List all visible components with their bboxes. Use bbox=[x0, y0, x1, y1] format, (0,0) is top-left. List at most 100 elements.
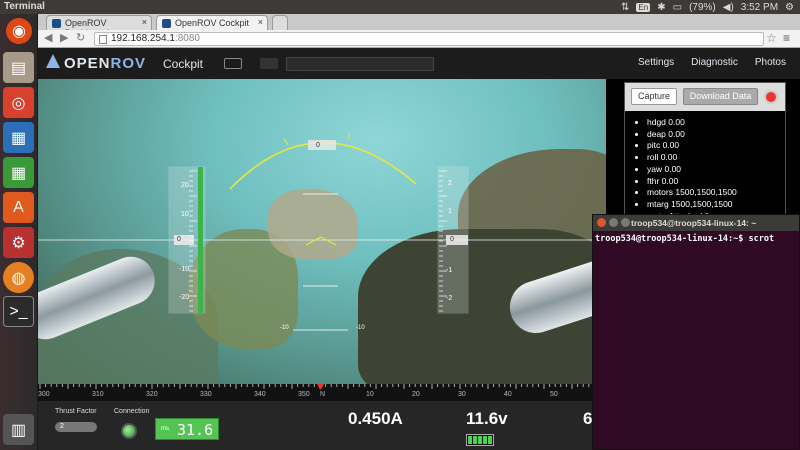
compass-strip: 300 310 320 330 340 350 N 10 20 30 40 50 bbox=[38, 384, 600, 401]
thrust-factor-label: Thrust Factor bbox=[55, 408, 97, 415]
compass-label: 350 bbox=[298, 391, 310, 398]
forward-icon[interactable]: ▶ bbox=[60, 31, 68, 44]
active-app-title: Terminal bbox=[4, 1, 45, 12]
cockpit-title: Cockpit bbox=[163, 57, 204, 71]
close-tab-icon[interactable]: × bbox=[142, 17, 147, 27]
bookmark-star-icon[interactable]: ☆ bbox=[766, 31, 777, 45]
ubuntu-top-panel: Terminal ⇅ En ✱ ▭ (79%) ◀) 3:52 PM ⚙ bbox=[0, 0, 800, 14]
maximize-window-icon[interactable] bbox=[621, 218, 630, 227]
pitch-tick: 2 bbox=[448, 180, 452, 187]
keyboard-icon[interactable] bbox=[224, 58, 242, 69]
cockpit-nav: Settings Diagnostic Photos bbox=[638, 57, 786, 68]
compass-label: 330 bbox=[200, 391, 212, 398]
compass-label: 310 bbox=[92, 391, 104, 398]
software-center-icon[interactable]: A bbox=[3, 192, 34, 223]
tab-openrov-cockpit[interactable]: OpenROV Cockpit × bbox=[156, 15, 268, 30]
browser-menu-icon[interactable]: ≡ bbox=[783, 31, 790, 45]
list-item: hdgd 0.00 bbox=[647, 117, 737, 129]
clock[interactable]: 3:52 PM bbox=[741, 2, 778, 13]
list-item: pitc 0.00 bbox=[647, 140, 737, 152]
openrov-logo-icon bbox=[46, 54, 60, 68]
dash-ubuntu-icon[interactable]: ◉ bbox=[6, 18, 32, 44]
battery-icon[interactable]: ▭ bbox=[673, 2, 682, 13]
telemetry-list: hdgd 0.00 deap 0.00 pitc 0.00 roll 0.00 … bbox=[639, 117, 737, 222]
terminal-window[interactable]: troop534@troop534-linux-14: ~ troop534@t… bbox=[592, 214, 800, 450]
network-icon[interactable]: ⇅ bbox=[621, 2, 629, 13]
tab-openrov-dashboard[interactable]: OpenROV Dashboard × bbox=[46, 15, 152, 38]
power-gear-icon[interactable]: ⚙ bbox=[785, 2, 794, 13]
terminal-icon[interactable]: >_ bbox=[3, 296, 34, 327]
hud-overlay bbox=[38, 132, 606, 331]
status-bar bbox=[286, 57, 434, 71]
firefox-icon[interactable]: ◍ bbox=[3, 262, 34, 293]
system-settings-icon[interactable]: ⚙ bbox=[3, 227, 34, 258]
reload-icon[interactable]: ↻ bbox=[76, 31, 85, 44]
download-data-button[interactable]: Download Data bbox=[683, 88, 758, 105]
depth-tick: 10 bbox=[181, 211, 189, 218]
tab-label: OpenROV Cockpit bbox=[175, 18, 250, 28]
compass-label: 300 bbox=[38, 391, 50, 398]
compass-label: 20 bbox=[412, 391, 420, 398]
roll-tick: -10 bbox=[356, 325, 365, 331]
connection-indicator-icon bbox=[121, 423, 137, 439]
record-button[interactable] bbox=[764, 90, 778, 104]
openrov-logo: OPENROV bbox=[64, 55, 147, 72]
capture-button[interactable]: Capture bbox=[631, 88, 677, 105]
latency-value: 31.6 bbox=[177, 421, 214, 439]
nav-settings[interactable]: Settings bbox=[638, 57, 674, 68]
list-item: roll 0.00 bbox=[647, 152, 737, 164]
battery-level-icon bbox=[466, 434, 494, 446]
compass-label: 340 bbox=[254, 391, 266, 398]
compass-label: 40 bbox=[504, 391, 512, 398]
calc-spreadsheet-icon[interactable]: ▦ bbox=[3, 157, 34, 188]
terminal-prompt-line: troop534@troop534-linux-14:~$ scrot bbox=[595, 234, 775, 244]
heading-readout: 0 bbox=[316, 142, 320, 149]
close-window-icon[interactable] bbox=[597, 218, 606, 227]
minimize-window-icon[interactable] bbox=[609, 218, 618, 227]
favicon-icon bbox=[52, 19, 61, 28]
list-item: yaw 0.00 bbox=[647, 164, 737, 176]
nav-diagnostic[interactable]: Diagnostic bbox=[691, 57, 738, 68]
list-item: mtarg 1500,1500,1500 bbox=[647, 199, 737, 211]
files-icon[interactable]: ▤ bbox=[3, 52, 34, 83]
data-panel-toolbar: Capture Download Data bbox=[625, 83, 785, 111]
favicon-icon bbox=[162, 19, 171, 28]
data-panel: Capture Download Data hdgd 0.00 deap 0.0… bbox=[624, 82, 786, 222]
latency-unit: ms bbox=[161, 426, 169, 432]
list-item: deap 0.00 bbox=[647, 129, 737, 141]
new-tab-button[interactable] bbox=[272, 15, 288, 30]
pitch-tick: -2 bbox=[446, 295, 453, 302]
compass-label: 30 bbox=[458, 391, 466, 398]
telemetry-bottom-bar: Thrust Factor 2 Connection ms 31.6 0.450… bbox=[38, 401, 592, 450]
url-input[interactable]: 192.168.254.1:8080 bbox=[94, 32, 764, 46]
video-camera-icon[interactable] bbox=[260, 58, 278, 69]
bluetooth-icon[interactable]: ✱ bbox=[657, 2, 665, 13]
trash-icon[interactable]: ▥ bbox=[3, 414, 34, 445]
connection-label: Connection bbox=[114, 408, 150, 415]
close-tab-icon[interactable]: × bbox=[258, 17, 263, 27]
back-icon[interactable]: ◀ bbox=[44, 31, 52, 44]
camera-video-feed[interactable]: 0 20 10 0 -10 -20 2 1 0 -1 -2 -10 -10 bbox=[38, 79, 606, 384]
depth-tick: 20 bbox=[181, 182, 189, 189]
system-tray: ⇅ En ✱ ▭ (79%) ◀) 3:52 PM ⚙ bbox=[621, 0, 794, 14]
browser-toolbar: ◀ ▶ ↻ 192.168.254.1:8080 ☆ ≡ bbox=[38, 30, 800, 48]
thrust-factor-slider[interactable]: 2 bbox=[55, 422, 97, 432]
chrome-browser-icon[interactable]: ◎ bbox=[3, 87, 34, 118]
nav-photos[interactable]: Photos bbox=[755, 57, 786, 68]
url-host: 192.168.254.1 bbox=[111, 33, 175, 44]
depth-tick: -20 bbox=[179, 294, 190, 301]
compass-label: 10 bbox=[366, 391, 374, 398]
terminal-titlebar[interactable]: troop534@troop534-linux-14: ~ bbox=[593, 215, 799, 231]
pitch-readout: 0 bbox=[450, 236, 454, 243]
compass-label: 50 bbox=[550, 391, 558, 398]
terminal-title: troop534@troop534-linux-14: ~ bbox=[631, 218, 757, 228]
pitch-tick: -1 bbox=[446, 267, 453, 274]
cockpit-header: OPENROV Cockpit Settings Diagnostic Phot… bbox=[38, 48, 800, 79]
voltage-readout: 11.6v bbox=[466, 409, 508, 428]
volume-icon[interactable]: ◀) bbox=[723, 2, 734, 13]
browser-tab-strip: OpenROV Dashboard × OpenROV Cockpit × bbox=[38, 14, 800, 38]
compass-label: 320 bbox=[146, 391, 158, 398]
writer-document-icon[interactable]: ▦ bbox=[3, 122, 34, 153]
keyboard-layout[interactable]: En bbox=[636, 2, 651, 12]
roll-tick: -10 bbox=[280, 325, 289, 331]
